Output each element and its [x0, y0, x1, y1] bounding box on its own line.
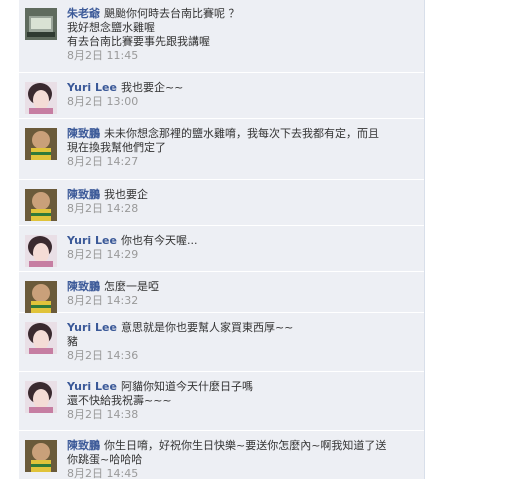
comment-item: Yuri Lee 你也有今天喔... 8月2日 14:29 [19, 227, 424, 272]
comment-author[interactable]: Yuri Lee [67, 380, 117, 393]
avatar[interactable] [25, 128, 57, 160]
comment-author[interactable]: 陳致鵬 [67, 280, 100, 293]
comment-author[interactable]: 朱老爺 [67, 7, 100, 20]
comment-item: 陳致鵬 怎麼一是啞 8月2日 14:32 [19, 273, 424, 313]
boy-photo-icon [25, 128, 57, 160]
avatar[interactable] [25, 8, 57, 40]
comment-timestamp[interactable]: 8月2日 14:29 [67, 248, 419, 262]
comment-author[interactable]: Yuri Lee [67, 321, 117, 334]
comment-body: 陳致鵬 你生日唷，好祝你生日快樂~要送你怎麼內~啊我知道了送 你跳蛋~哈哈哈 8月… [67, 439, 419, 479]
laptop-photo-icon [25, 8, 57, 40]
comment-author[interactable]: 陳致鵬 [67, 188, 100, 201]
comment-body: 陳致鵬 未未你想念那裡的鹽水雞唷，我每次下去我都有定，而且 現在換我幫他們定了 8… [67, 127, 419, 169]
avatar[interactable] [25, 189, 57, 221]
comment-feed: 朱老爺 颶颱你何時去台南比賽呢 ？ 我好想念鹽水雞喔 有去台南比賽要事先跟我講喔 … [19, 0, 424, 479]
comment-timestamp[interactable]: 8月2日 14:28 [67, 202, 419, 216]
avatar[interactable] [25, 82, 57, 114]
comment-item: 陳致鵬 我也要企 8月2日 14:28 [19, 181, 424, 226]
comment-text: 有去台南比賽要事先跟我講喔 [67, 35, 210, 48]
page-margin [0, 0, 19, 479]
avatar[interactable] [25, 235, 57, 267]
avatar[interactable] [25, 322, 57, 354]
comment-timestamp[interactable]: 8月2日 13:00 [67, 95, 419, 109]
comment-body: Yuri Lee 阿貓你知道今天什麼日子嗎 還不快給我祝壽~~~ 8月2日 14:… [67, 380, 419, 422]
boy-photo-icon [25, 189, 57, 221]
comment-body: 陳致鵬 我也要企 8月2日 14:28 [67, 188, 419, 216]
girl-photo-icon [25, 82, 57, 114]
comment-text: 我好想念鹽水雞喔 [67, 21, 155, 34]
comment-text: 你生日唷，好祝你生日快樂~要送你怎麼內~啊我知道了送 [104, 439, 387, 452]
avatar[interactable] [25, 381, 57, 413]
comment-timestamp[interactable]: 8月2日 14:36 [67, 349, 419, 363]
comment-timestamp[interactable]: 8月2日 14:38 [67, 408, 419, 422]
comment-item: 朱老爺 颶颱你何時去台南比賽呢 ？ 我好想念鹽水雞喔 有去台南比賽要事先跟我講喔 … [19, 0, 424, 73]
comment-author[interactable]: Yuri Lee [67, 234, 117, 247]
girl-photo-icon [25, 322, 57, 354]
comment-text: 怎麼一是啞 [104, 280, 159, 293]
comment-text: 豬 [67, 335, 78, 348]
comment-body: 朱老爺 颶颱你何時去台南比賽呢 ？ 我好想念鹽水雞喔 有去台南比賽要事先跟我講喔 … [67, 7, 419, 63]
comment-text: 你跳蛋~哈哈哈 [67, 453, 143, 466]
feed-border [424, 0, 425, 479]
comment-timestamp[interactable]: 8月2日 14:45 [67, 467, 419, 479]
avatar[interactable] [25, 440, 57, 472]
comment-body: Yuri Lee 我也要企~~ 8月2日 13:00 [67, 81, 419, 109]
comment-text: 未未你想念那裡的鹽水雞唷，我每次下去我都有定，而且 [104, 127, 379, 140]
comment-text: 阿貓你知道今天什麼日子嗎 [120, 380, 253, 393]
comment-text: 我也要企~~ [120, 81, 184, 94]
comment-text: 你也有今天喔... [120, 234, 198, 247]
comment-item: Yuri Lee 我也要企~~ 8月2日 13:00 [19, 74, 424, 119]
comment-text: 還不快給我祝壽~~~ [67, 394, 172, 407]
comment-text: 意思就是你也要幫人家買東西厚~~ [120, 321, 294, 334]
comment-body: 陳致鵬 怎麼一是啞 8月2日 14:32 [67, 280, 419, 308]
girl-photo-icon [25, 235, 57, 267]
comment-body: Yuri Lee 意思就是你也要幫人家買東西厚~~ 豬 8月2日 14:36 [67, 321, 419, 363]
girl-photo-icon [25, 381, 57, 413]
comment-item: 陳致鵬 你生日唷，好祝你生日快樂~要送你怎麼內~啊我知道了送 你跳蛋~哈哈哈 8月… [19, 432, 424, 479]
comment-author[interactable]: 陳致鵬 [67, 439, 100, 452]
comment-timestamp[interactable]: 8月2日 14:32 [67, 294, 419, 308]
comment-text: 現在換我幫他們定了 [67, 141, 166, 154]
boy-photo-icon [25, 281, 57, 313]
boy-photo-icon [25, 440, 57, 472]
comment-timestamp[interactable]: 8月2日 11:45 [67, 49, 419, 63]
comment-item: Yuri Lee 阿貓你知道今天什麼日子嗎 還不快給我祝壽~~~ 8月2日 14:… [19, 373, 424, 431]
comment-body: Yuri Lee 你也有今天喔... 8月2日 14:29 [67, 234, 419, 262]
avatar[interactable] [25, 281, 57, 313]
comment-text: 颶颱你何時去台南比賽呢 ？ [104, 7, 240, 20]
comment-item: 陳致鵬 未未你想念那裡的鹽水雞唷，我每次下去我都有定，而且 現在換我幫他們定了 8… [19, 120, 424, 180]
comment-author[interactable]: Yuri Lee [67, 81, 117, 94]
comment-text: 我也要企 [104, 188, 148, 201]
comment-item: Yuri Lee 意思就是你也要幫人家買東西厚~~ 豬 8月2日 14:36 [19, 314, 424, 372]
comment-author[interactable]: 陳致鵬 [67, 127, 100, 140]
comment-timestamp[interactable]: 8月2日 14:27 [67, 155, 419, 169]
